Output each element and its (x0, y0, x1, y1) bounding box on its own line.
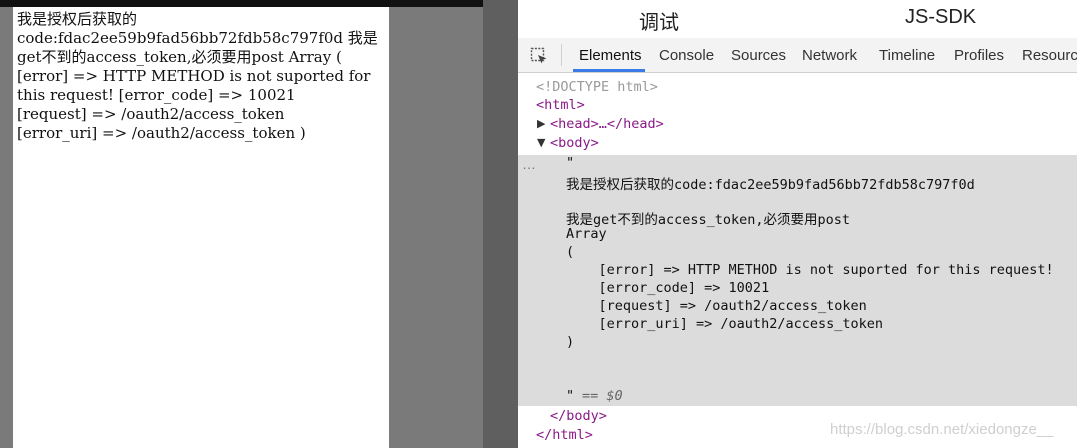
body-close-tag[interactable]: </body> (550, 408, 607, 424)
text-line: 我是授权后获取的code:fdac2ee59b9fad56bb72fdb58c7… (566, 177, 975, 193)
page-line: code:fdac2ee59b9fad56bb72fdb58c797f0d 我是 (17, 29, 378, 47)
browser-top-bar (0, 0, 483, 7)
page-line: get不到的access_token,必须要用post Array ( (17, 48, 342, 66)
html-open-tag[interactable]: <html> (536, 97, 585, 113)
devtools-divider[interactable] (483, 0, 518, 448)
page-output: 我是授权后获取的 code:fdac2ee59b9fad56bb72fdb58c… (17, 10, 378, 143)
watermark: https://blog.csdn.net/xiedongze__ (830, 421, 1054, 438)
dollar-zero-ref: == $0 (582, 388, 623, 404)
text-line: [request] => /oauth2/access_token (566, 298, 867, 314)
inspect-element-icon[interactable] (530, 47, 548, 65)
text-node-content[interactable]: 我是授权后获取的code:fdac2ee59b9fad56bb72fdb58c7… (566, 173, 1054, 352)
devtools-title-bar: 调试 JS-SDK (518, 0, 1077, 38)
devtools-tab-bar: Elements Console Sources Network Timelin… (518, 38, 1077, 73)
doctype-node[interactable]: <!DOCTYPE html> (536, 79, 658, 95)
page-line: [error_uri] => /oauth2/access_token ) (17, 124, 306, 142)
page-line: this request! [error_code] => 10021 (17, 86, 296, 104)
browser-page: 我是授权后获取的 code:fdac2ee59b9fad56bb72fdb58c… (13, 7, 389, 448)
expand-triangle-icon[interactable]: ▶ (537, 117, 545, 130)
browser-left-edge (0, 7, 13, 448)
title-debug: 调试 (639, 12, 679, 34)
tab-separator (561, 44, 562, 66)
browser-gutter (389, 7, 483, 448)
text-line: Array (566, 226, 607, 242)
tab-sources[interactable]: Sources (731, 47, 786, 64)
page-line: [error] => HTTP METHOD is not suported f… (17, 67, 371, 85)
tab-profiles[interactable]: Profiles (954, 47, 1004, 64)
tab-timeline[interactable]: Timeline (879, 47, 935, 64)
text-line: ) (566, 334, 575, 350)
text-line: [error_code] => 10021 (566, 280, 770, 296)
body-open-tag[interactable]: <body> (550, 135, 599, 151)
page-line: [request] => /oauth2/access_token (17, 105, 285, 123)
text-quote-open: " (566, 155, 575, 171)
text-line (566, 191, 1054, 208)
tab-network[interactable]: Network (802, 47, 857, 64)
text-quote-close: " (566, 388, 575, 404)
text-line: 我是get不到的access_token,必须要用post (566, 212, 851, 228)
tab-elements[interactable]: Elements (579, 47, 642, 64)
active-tab-indicator (573, 69, 645, 72)
tab-console[interactable]: Console (659, 47, 714, 64)
html-close-tag[interactable]: </html> (536, 427, 593, 443)
text-line: [error_uri] => /oauth2/access_token (566, 316, 883, 332)
head-node[interactable]: <head>…</head> (550, 116, 664, 132)
text-line: [error] => HTTP METHOD is not suported f… (566, 262, 1054, 278)
collapse-triangle-icon[interactable]: ▼ (537, 136, 545, 149)
more-dots-icon[interactable]: … (522, 156, 536, 172)
page-line: 我是授权后获取的 (17, 10, 138, 28)
title-jssdk: JS-SDK (905, 6, 977, 28)
tab-resources[interactable]: Resource (1022, 47, 1077, 64)
text-line: ( (566, 244, 575, 260)
devtools-panel: 调试 JS-SDK Elements Console Sources Netwo… (518, 0, 1077, 448)
